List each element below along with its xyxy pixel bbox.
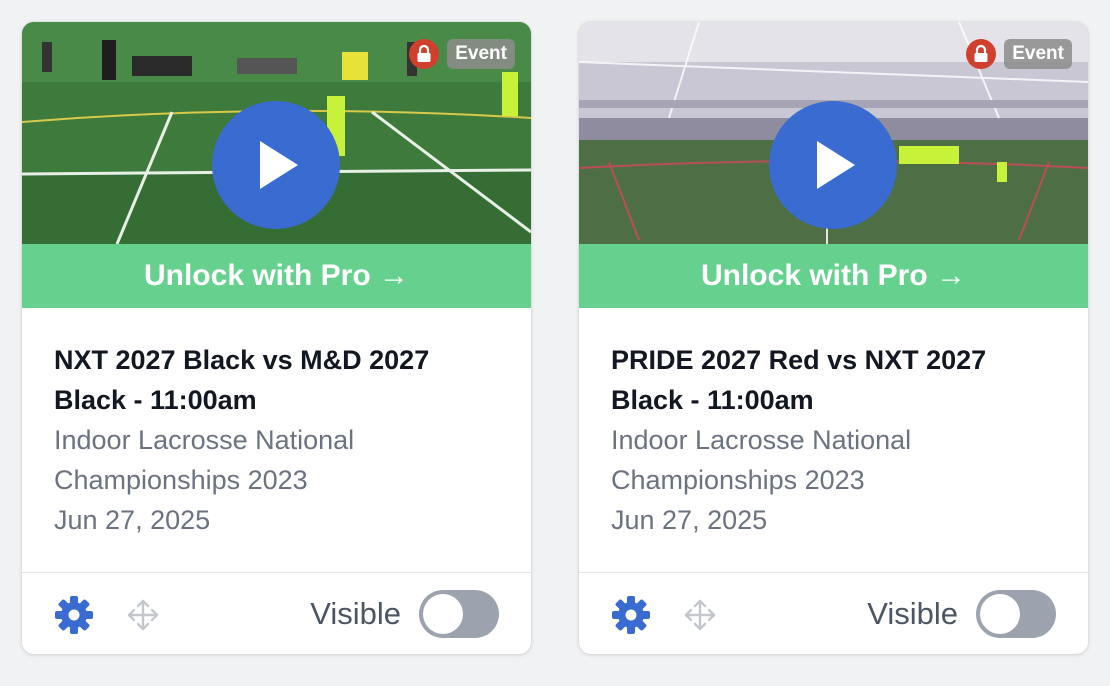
video-card[interactable]: Event Unlock with Pro → NXT 2027 Black v… [22, 22, 531, 654]
video-date: Jun 27, 2025 [54, 505, 211, 535]
event-badge: Event [409, 38, 515, 70]
gear-icon[interactable] [611, 595, 651, 635]
toggle-knob [980, 594, 1020, 634]
video-info: NXT 2027 Black vs M&D 2027 Black - 11:00… [54, 340, 504, 540]
video-info: PRIDE 2027 Red vs NXT 2027 Black - 11:00… [611, 340, 1061, 540]
play-button[interactable] [212, 101, 340, 229]
visible-label: Visible [310, 596, 401, 631]
move-icon[interactable] [683, 598, 717, 632]
lock-icon [966, 39, 997, 69]
play-icon [817, 141, 855, 189]
gear-icon[interactable] [54, 595, 94, 635]
visible-toggle[interactable] [976, 590, 1056, 638]
card-footer: Visible [579, 572, 1088, 654]
event-name-line2: Championships 2023 [611, 465, 865, 495]
event-label: Event [1004, 39, 1072, 69]
event-name-line1: Indoor Lacrosse National [611, 425, 912, 455]
play-button[interactable] [769, 101, 897, 229]
video-date: Jun 27, 2025 [611, 505, 768, 535]
visible-toggle[interactable] [419, 590, 499, 638]
event-name-line1: Indoor Lacrosse National [54, 425, 355, 455]
video-thumbnail[interactable]: Event [579, 22, 1088, 244]
video-thumbnail[interactable]: Event [22, 22, 531, 244]
event-label: Event [447, 39, 515, 69]
toggle-knob [423, 594, 463, 634]
unlock-with-pro-button[interactable]: Unlock with Pro → [579, 244, 1088, 308]
event-badge: Event [966, 38, 1072, 70]
move-icon[interactable] [126, 598, 160, 632]
unlock-with-pro-button[interactable]: Unlock with Pro → [22, 244, 531, 308]
video-grid: Event Unlock with Pro → NXT 2027 Black v… [0, 0, 1110, 686]
video-card[interactable]: Event Unlock with Pro → PRIDE 2027 Red v… [579, 22, 1088, 654]
video-title: PRIDE 2027 Red vs NXT 2027 Black - 11:00… [611, 345, 987, 415]
event-name-line2: Championships 2023 [54, 465, 308, 495]
video-title: NXT 2027 Black vs M&D 2027 Black - 11:00… [54, 345, 430, 415]
visible-label: Visible [867, 596, 958, 631]
lock-icon [409, 39, 440, 69]
card-footer: Visible [22, 572, 531, 654]
play-icon [260, 141, 298, 189]
